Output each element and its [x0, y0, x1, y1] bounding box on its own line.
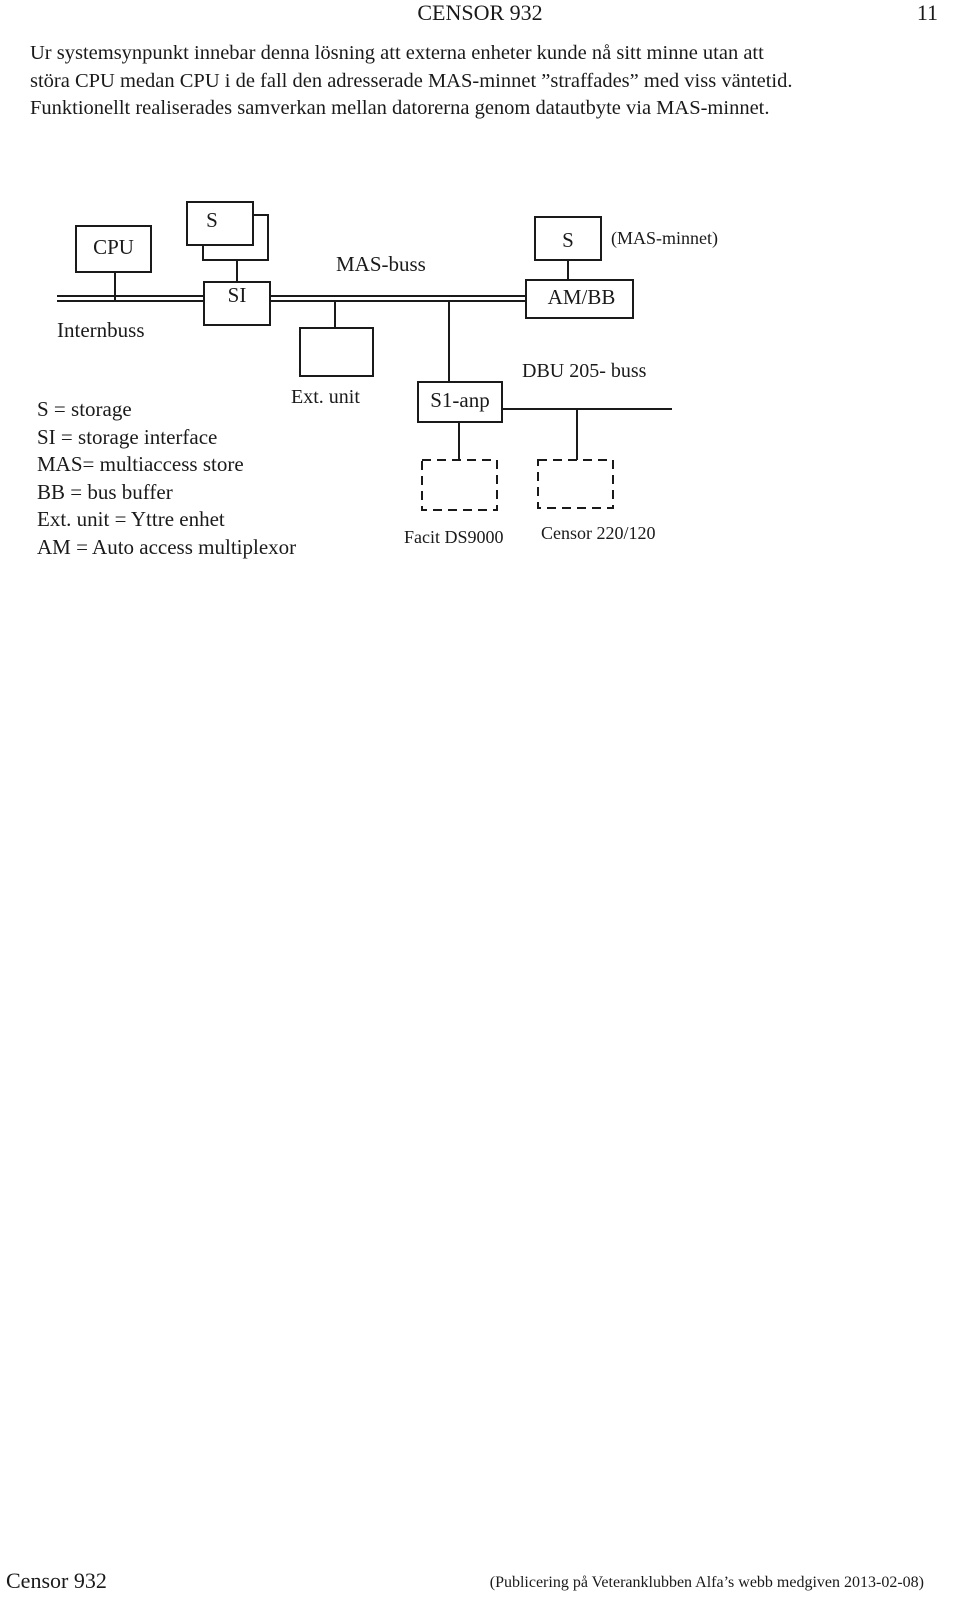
cpu-label: CPU [93, 235, 134, 259]
legend-item: AM = Auto access multiplexor [37, 534, 297, 559]
internbuss-label: Internbuss [57, 318, 145, 342]
diagram-legend: S = storage SI = storage interface MAS= … [37, 396, 296, 561]
facit-label: Facit DS9000 [404, 527, 504, 547]
facit-box [421, 459, 498, 511]
censor-box [537, 459, 614, 509]
mas-storage-label: S [562, 228, 574, 252]
footer-publication-note: (Publicering på Veteranklubben Alfa’s we… [489, 1574, 924, 1591]
si-label: SI [227, 283, 247, 307]
mas-minnet-label: (MAS-minnet) [611, 228, 718, 248]
legend-item: S = storage [37, 397, 132, 421]
s1-anp-label: S1-anp [430, 388, 490, 412]
ext-unit-box [299, 327, 374, 377]
am-bb-label: AM/BB [547, 285, 616, 309]
footer-title: Censor 932 [6, 1568, 107, 1593]
legend-item: SI = storage interface [37, 424, 218, 449]
storage-left-label: S [206, 208, 218, 232]
censor-label: Censor 220/120 [541, 523, 656, 543]
legend-item: MAS= multiaccess store [37, 452, 244, 476]
dbu-buss-label: DBU 205- buss [522, 360, 647, 382]
ext-unit-label: Ext. unit [291, 386, 360, 408]
mas-buss-label: MAS-buss [336, 252, 426, 276]
legend-item: Ext. unit = Yttre enhet [37, 507, 225, 531]
legend-item: BB = bus buffer [37, 479, 173, 504]
